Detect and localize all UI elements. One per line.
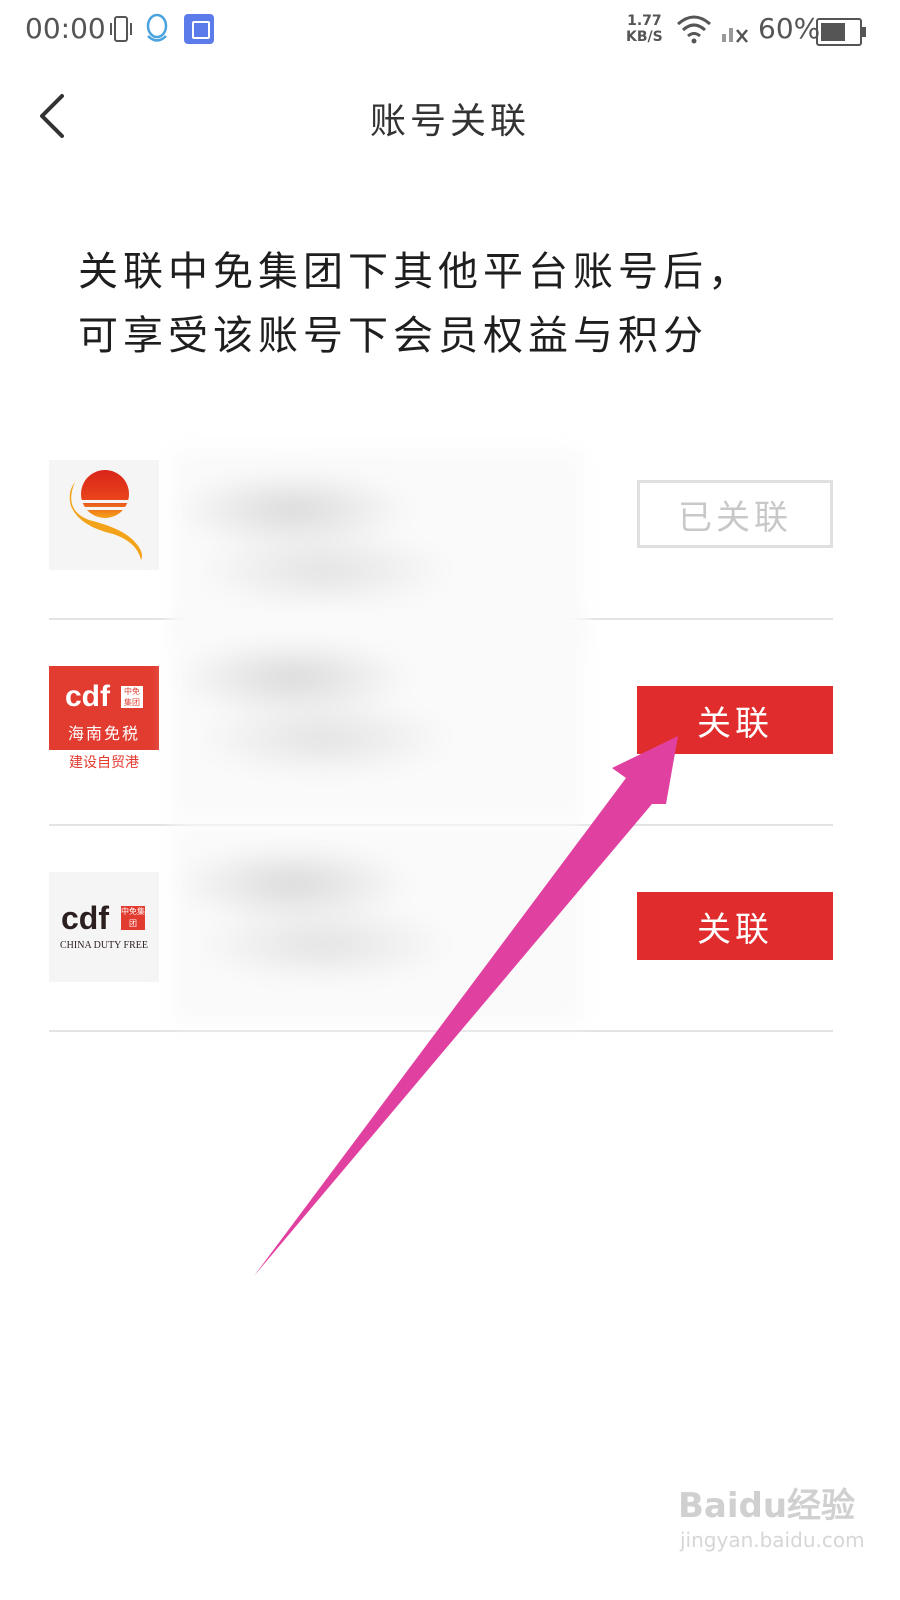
annotation-arrow-shape	[254, 736, 678, 1276]
watermark-url: jingyan.baidu.com	[680, 1528, 865, 1552]
annotation-arrow	[254, 736, 678, 1276]
watermark: Baidu经验	[678, 1486, 856, 1526]
